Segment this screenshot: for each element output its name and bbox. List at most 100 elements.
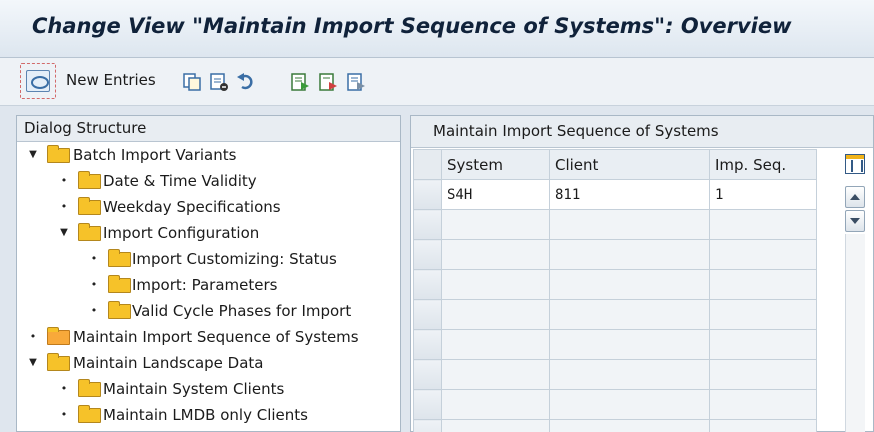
select-mode-icon[interactable] xyxy=(20,63,56,99)
empty-cell[interactable] xyxy=(709,269,817,300)
empty-cell[interactable] xyxy=(549,419,710,432)
row-selector[interactable] xyxy=(413,209,442,240)
deselect-all-icon[interactable] xyxy=(346,72,366,92)
empty-cell[interactable] xyxy=(709,359,817,390)
tree-item-maintain-system-clients[interactable]: • Maintain System Clients xyxy=(17,376,400,402)
empty-cell[interactable] xyxy=(709,239,817,270)
delete-icon[interactable] xyxy=(209,72,229,92)
scroll-down-button[interactable] xyxy=(845,210,865,232)
row-selector[interactable] xyxy=(413,239,442,270)
empty-cell[interactable] xyxy=(709,209,817,240)
row-selector[interactable] xyxy=(413,269,442,300)
table-panel: Maintain Import Sequence of Systems Syst… xyxy=(410,115,874,432)
table-row xyxy=(413,299,817,330)
imp-seq-cell[interactable]: 1 xyxy=(709,179,817,210)
table-settings-icon[interactable] xyxy=(845,154,865,174)
copy-icon[interactable] xyxy=(182,72,202,92)
import-sequence-table: System Client Imp. Seq. S4H 811 1 xyxy=(413,149,817,432)
scrollbar-track[interactable] xyxy=(845,234,865,432)
empty-cell[interactable] xyxy=(549,299,710,330)
tree-item-valid-cycle-phases[interactable]: • Valid Cycle Phases for Import xyxy=(17,298,400,324)
empty-cell[interactable] xyxy=(549,209,710,240)
row-selector[interactable] xyxy=(413,299,442,330)
folder-icon xyxy=(78,197,101,215)
empty-cell[interactable] xyxy=(549,239,710,270)
select-all-icon[interactable] xyxy=(290,72,310,92)
empty-cell[interactable] xyxy=(441,239,550,270)
client-cell[interactable]: 811 xyxy=(549,179,710,210)
bullet-icon: • xyxy=(60,408,68,421)
table-row xyxy=(413,209,817,240)
tree-item-label: Import: Parameters xyxy=(132,276,278,294)
tree-item-label: Weekday Specifications xyxy=(103,198,281,216)
page-title: Change View "Maintain Import Sequence of… xyxy=(32,14,792,38)
empty-cell[interactable] xyxy=(709,389,817,420)
folder-icon xyxy=(108,275,131,293)
table-header-row: System Client Imp. Seq. xyxy=(413,149,817,180)
tree-item-label: Maintain Landscape Data xyxy=(73,354,264,372)
empty-cell[interactable] xyxy=(549,389,710,420)
toolbar: New Entries xyxy=(0,58,874,106)
dialog-structure-header: Dialog Structure xyxy=(17,116,400,142)
tree-item-import-parameters[interactable]: • Import: Parameters xyxy=(17,272,400,298)
tree-item-label: Batch Import Variants xyxy=(73,146,237,164)
system-cell[interactable]: S4H xyxy=(441,179,550,210)
column-header-imp-seq[interactable]: Imp. Seq. xyxy=(709,149,817,180)
table-row xyxy=(413,269,817,300)
empty-cell[interactable] xyxy=(549,269,710,300)
column-header-system[interactable]: System xyxy=(441,149,550,180)
tree-item-label: Maintain System Clients xyxy=(103,380,285,398)
folder-icon xyxy=(78,405,101,423)
row-selector[interactable] xyxy=(413,419,442,432)
new-entries-button[interactable]: New Entries xyxy=(66,71,156,89)
tree-item-maintain-import-sequence[interactable]: • Maintain Import Sequence of Systems xyxy=(17,324,400,350)
tree-item-label: Valid Cycle Phases for Import xyxy=(132,302,352,320)
empty-cell[interactable] xyxy=(441,359,550,390)
bullet-icon: • xyxy=(60,174,68,187)
table-row xyxy=(413,389,817,420)
row-selector[interactable] xyxy=(413,179,442,210)
tree-item-date-time-validity[interactable]: • Date & Time Validity xyxy=(17,168,400,194)
row-selector[interactable] xyxy=(413,329,442,360)
folder-icon xyxy=(108,301,131,319)
tree-item-import-customizing-status[interactable]: • Import Customizing: Status xyxy=(17,246,400,272)
tree-item-label: Maintain Import Sequence of Systems xyxy=(73,328,359,346)
bullet-icon: • xyxy=(90,252,98,265)
table-row: S4H 811 1 xyxy=(413,179,817,210)
empty-cell[interactable] xyxy=(709,329,817,360)
tree-item-weekday-specifications[interactable]: • Weekday Specifications xyxy=(17,194,400,220)
empty-cell[interactable] xyxy=(441,329,550,360)
undo-icon[interactable] xyxy=(236,72,256,92)
table-title: Maintain Import Sequence of Systems xyxy=(411,116,873,148)
title-bar: Change View "Maintain Import Sequence of… xyxy=(0,0,874,58)
tree-item-import-configuration[interactable]: ▼ Import Configuration xyxy=(17,220,400,246)
row-selector[interactable] xyxy=(413,359,442,390)
tree-item-maintain-landscape-data[interactable]: ▼ Maintain Landscape Data xyxy=(17,350,400,376)
tree-item-maintain-lmdb-clients[interactable]: • Maintain LMDB only Clients xyxy=(17,402,400,428)
select-all-corner[interactable] xyxy=(413,149,442,180)
empty-cell[interactable] xyxy=(549,329,710,360)
empty-cell[interactable] xyxy=(441,419,550,432)
empty-cell[interactable] xyxy=(441,389,550,420)
empty-cell[interactable] xyxy=(441,209,550,240)
tree-item-label: Date & Time Validity xyxy=(103,172,257,190)
select-block-icon[interactable] xyxy=(318,72,338,92)
empty-cell[interactable] xyxy=(709,299,817,330)
tree-item-label: Import Configuration xyxy=(103,224,260,242)
bullet-icon: • xyxy=(29,330,37,343)
row-selector[interactable] xyxy=(413,389,442,420)
expand-triangle-icon[interactable]: ▼ xyxy=(27,142,39,168)
tree-item-batch-import-variants[interactable]: ▼ Batch Import Variants xyxy=(17,142,400,168)
empty-cell[interactable] xyxy=(709,419,817,432)
expand-triangle-icon[interactable]: ▼ xyxy=(58,220,70,246)
column-header-client[interactable]: Client xyxy=(549,149,710,180)
empty-cell[interactable] xyxy=(549,359,710,390)
expand-triangle-icon[interactable]: ▼ xyxy=(27,350,39,376)
bullet-icon: • xyxy=(90,304,98,317)
scroll-up-button[interactable] xyxy=(845,186,865,208)
empty-cell[interactable] xyxy=(441,299,550,330)
empty-cell[interactable] xyxy=(441,269,550,300)
table-row xyxy=(413,359,817,390)
tree-item-label: Import Customizing: Status xyxy=(132,250,337,268)
folder-icon xyxy=(78,171,101,189)
